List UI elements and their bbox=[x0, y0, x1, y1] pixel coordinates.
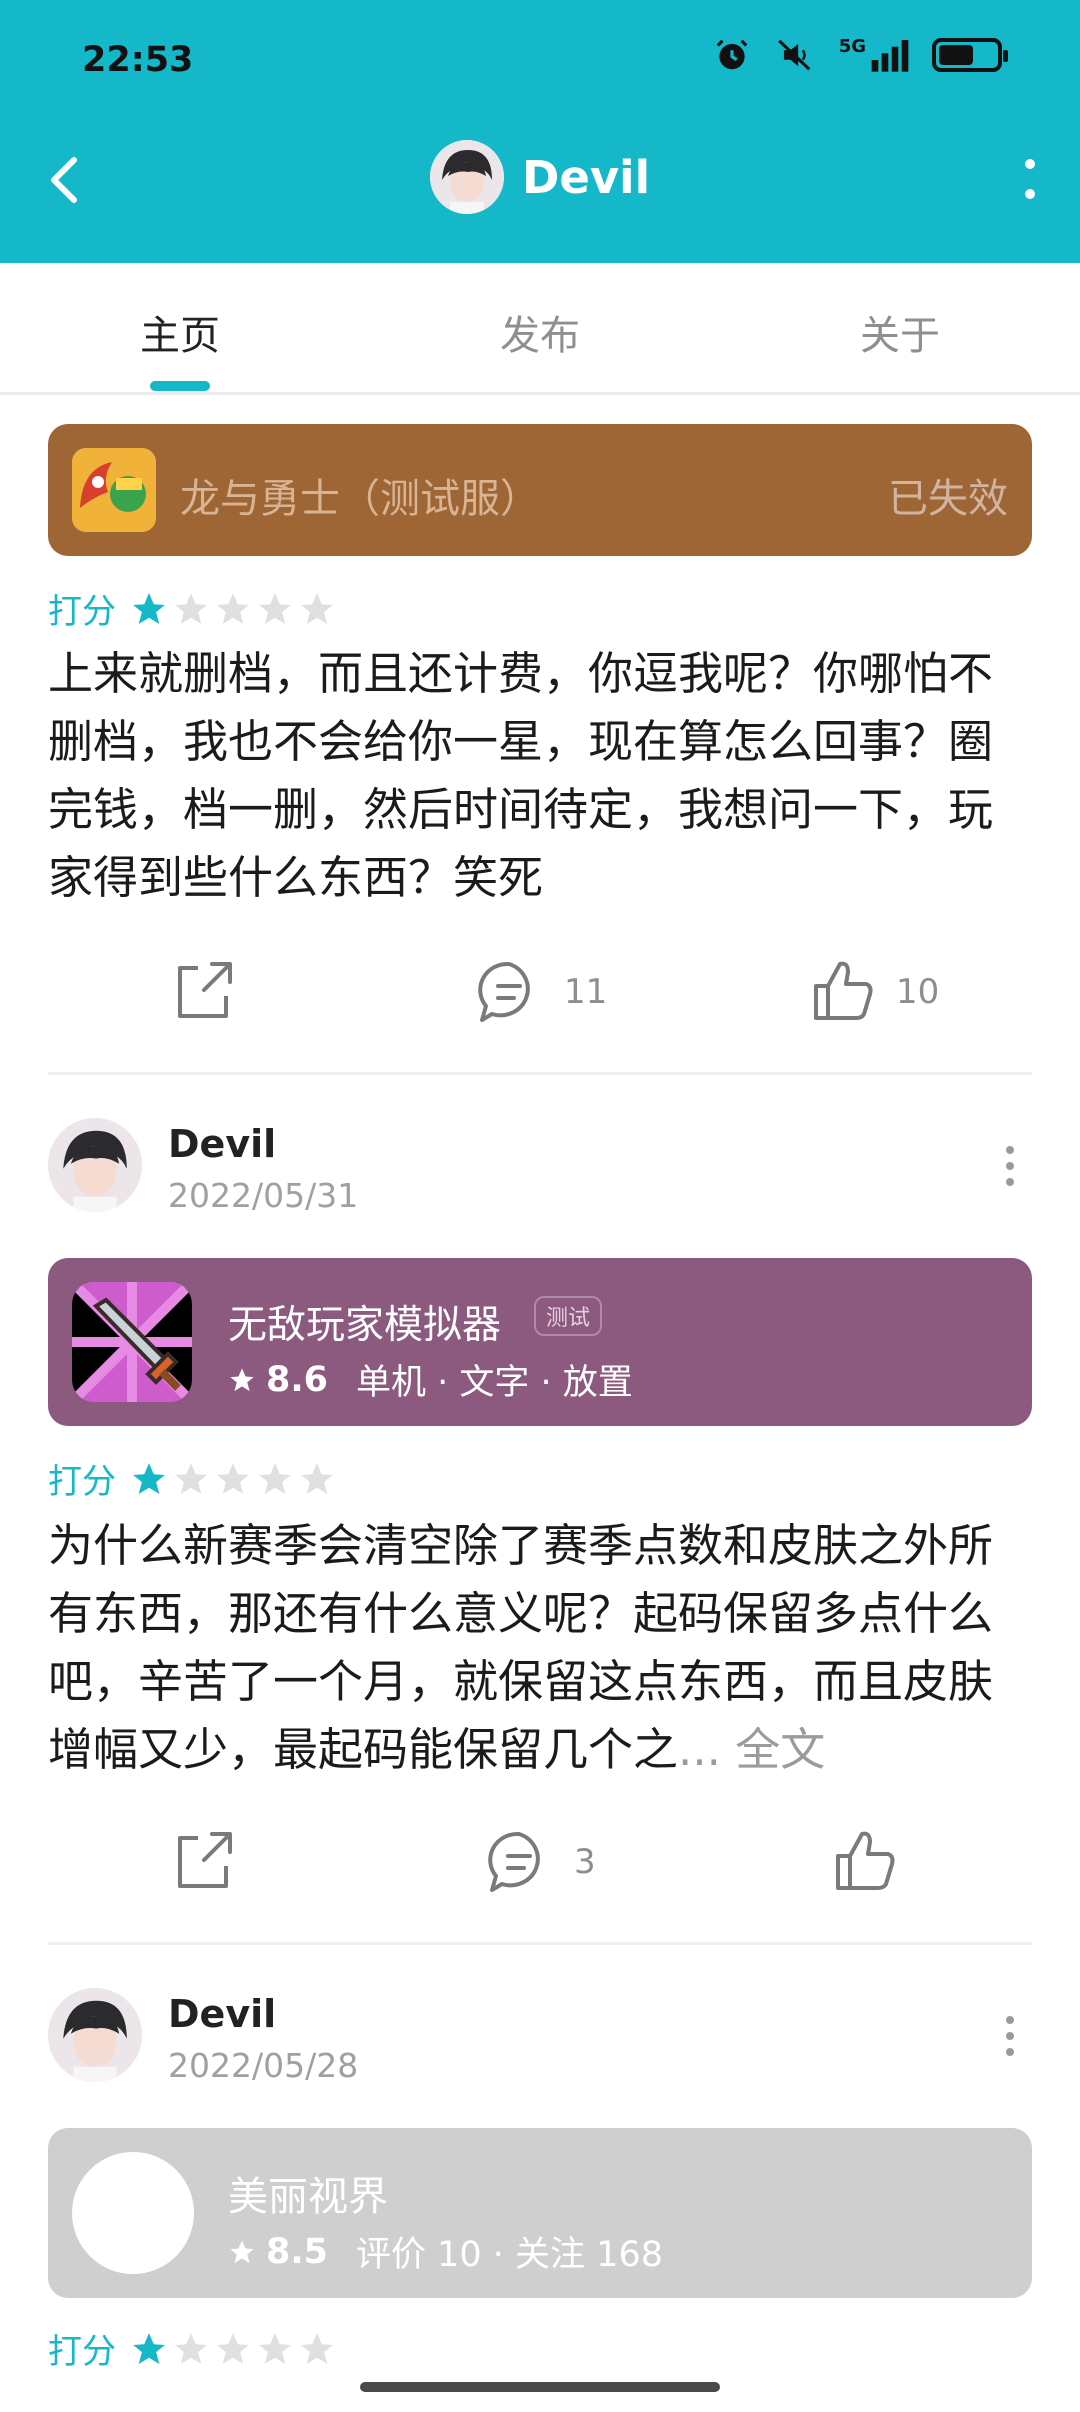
comment-icon[interactable] bbox=[484, 1826, 554, 1896]
star-empty-icon bbox=[301, 2332, 333, 2364]
tab-about[interactable]: 关于 bbox=[860, 303, 940, 361]
comment-count: 11 bbox=[564, 972, 608, 1012]
avatar[interactable] bbox=[48, 1988, 142, 2082]
status-icons: 5G bbox=[713, 35, 1008, 74]
rating-label: 打分 bbox=[48, 592, 116, 632]
review-text-body: 为什么新赛季会清空除了赛季点数和皮肤之外所有东西，那还有什么意义呢？起码保留多点… bbox=[48, 1519, 994, 1776]
network-type-label: 5G bbox=[838, 35, 866, 57]
signal-icon bbox=[871, 40, 909, 72]
star-icon bbox=[230, 1367, 254, 1391]
avatar[interactable] bbox=[429, 140, 504, 214]
review-text[interactable]: 上来就删档，而且还计费，你逗我呢？你哪怕不删档，我也不会给你一星，现在算怎么回事… bbox=[48, 640, 1032, 912]
game-stats: 评价 10 · 关注 168 bbox=[356, 2235, 663, 2275]
divider bbox=[48, 1072, 1032, 1075]
post-date: 2022/05/28 bbox=[168, 2046, 359, 2085]
rating-row: 打分 bbox=[48, 1454, 340, 1503]
star-empty-icon bbox=[301, 1462, 333, 1494]
read-more-link[interactable]: ... 全文 bbox=[678, 1723, 825, 1776]
rating-row: 打分 bbox=[48, 2324, 340, 2373]
battery-icon bbox=[932, 38, 1008, 72]
home-indicator[interactable] bbox=[360, 2382, 720, 2392]
star-filled-icon bbox=[133, 2332, 165, 2364]
expired-label: 已失效 bbox=[888, 476, 1008, 522]
rating-label: 打分 bbox=[48, 2332, 116, 2372]
user-name[interactable]: Devil bbox=[168, 1122, 276, 1166]
active-tab-indicator bbox=[150, 381, 210, 391]
mute-icon bbox=[777, 39, 811, 71]
thumbs-up-icon[interactable] bbox=[830, 1826, 900, 1896]
star-filled-icon bbox=[133, 1462, 165, 1494]
tab-posts[interactable]: 发布 bbox=[500, 303, 580, 361]
star-empty-icon bbox=[217, 2332, 249, 2364]
review-text[interactable]: 为什么新赛季会清空除了赛季点数和皮肤之外所有东西，那还有什么意义呢？起码保留多点… bbox=[48, 1512, 1032, 1784]
user-name[interactable]: Devil bbox=[168, 1992, 276, 2036]
top-header: 22:53 5G Devil bbox=[0, 0, 1080, 263]
star-empty-icon bbox=[301, 592, 333, 624]
game-meta: 8.5 评价 10 · 关注 168 bbox=[228, 2226, 663, 2277]
game-icon bbox=[72, 448, 156, 532]
status-time: 22:53 bbox=[82, 40, 194, 80]
thumbs-up-icon[interactable] bbox=[808, 956, 878, 1026]
more-vertical-icon[interactable] bbox=[1010, 150, 1050, 210]
comment-icon[interactable] bbox=[474, 956, 544, 1026]
like-count: 10 bbox=[896, 972, 940, 1012]
profile-title: Devil bbox=[0, 140, 1080, 214]
profile-name: Devil bbox=[521, 150, 651, 204]
star-empty-icon bbox=[259, 592, 291, 624]
star-empty-icon bbox=[175, 592, 207, 624]
star-empty-icon bbox=[217, 592, 249, 624]
divider bbox=[48, 1942, 1032, 1945]
more-vertical-icon[interactable] bbox=[1000, 1136, 1020, 1196]
game-card[interactable]: 美丽视界 8.5 评价 10 · 关注 168 bbox=[48, 2128, 1032, 2298]
tab-home[interactable]: 主页 bbox=[140, 303, 220, 361]
share-icon[interactable] bbox=[168, 956, 238, 1026]
game-score: 8.5 bbox=[266, 2231, 329, 2272]
post-date: 2022/05/31 bbox=[168, 1176, 359, 1215]
more-vertical-icon[interactable] bbox=[1000, 2006, 1020, 2066]
star-filled-icon bbox=[133, 592, 165, 624]
rating-label: 打分 bbox=[48, 1462, 116, 1502]
star-empty-icon bbox=[259, 2332, 291, 2364]
game-score: 8.6 bbox=[266, 1359, 329, 1400]
avatar[interactable] bbox=[48, 1118, 142, 1212]
share-icon[interactable] bbox=[168, 1826, 238, 1896]
game-meta: 8.6 单机 · 文字 · 放置 bbox=[228, 1354, 633, 1405]
star-empty-icon bbox=[259, 1462, 291, 1494]
star-empty-icon bbox=[175, 2332, 207, 2364]
rating-row: 打分 bbox=[48, 584, 340, 633]
alarm-icon bbox=[716, 39, 748, 70]
game-icon bbox=[72, 1282, 192, 1402]
game-card[interactable]: 无敌玩家模拟器 测试 8.6 单机 · 文字 · 放置 bbox=[48, 1258, 1032, 1426]
test-badge: 测试 bbox=[534, 1296, 603, 1336]
game-tags: 单机 · 文字 · 放置 bbox=[356, 1363, 633, 1403]
game-title: 美丽视界 bbox=[228, 2174, 388, 2220]
game-icon bbox=[72, 2152, 194, 2274]
star-empty-icon bbox=[175, 1462, 207, 1494]
game-card-expired[interactable]: 龙与勇士（测试服） 已失效 bbox=[48, 424, 1032, 556]
game-title: 无敌玩家模拟器 bbox=[228, 1303, 502, 1348]
tab-bar: 主页 发布 关于 bbox=[0, 263, 1080, 395]
battery-level bbox=[939, 45, 973, 65]
comment-count: 3 bbox=[574, 1842, 596, 1882]
star-empty-icon bbox=[217, 1462, 249, 1494]
game-title: 龙与勇士（测试服） bbox=[180, 476, 540, 522]
star-icon bbox=[230, 2239, 254, 2263]
